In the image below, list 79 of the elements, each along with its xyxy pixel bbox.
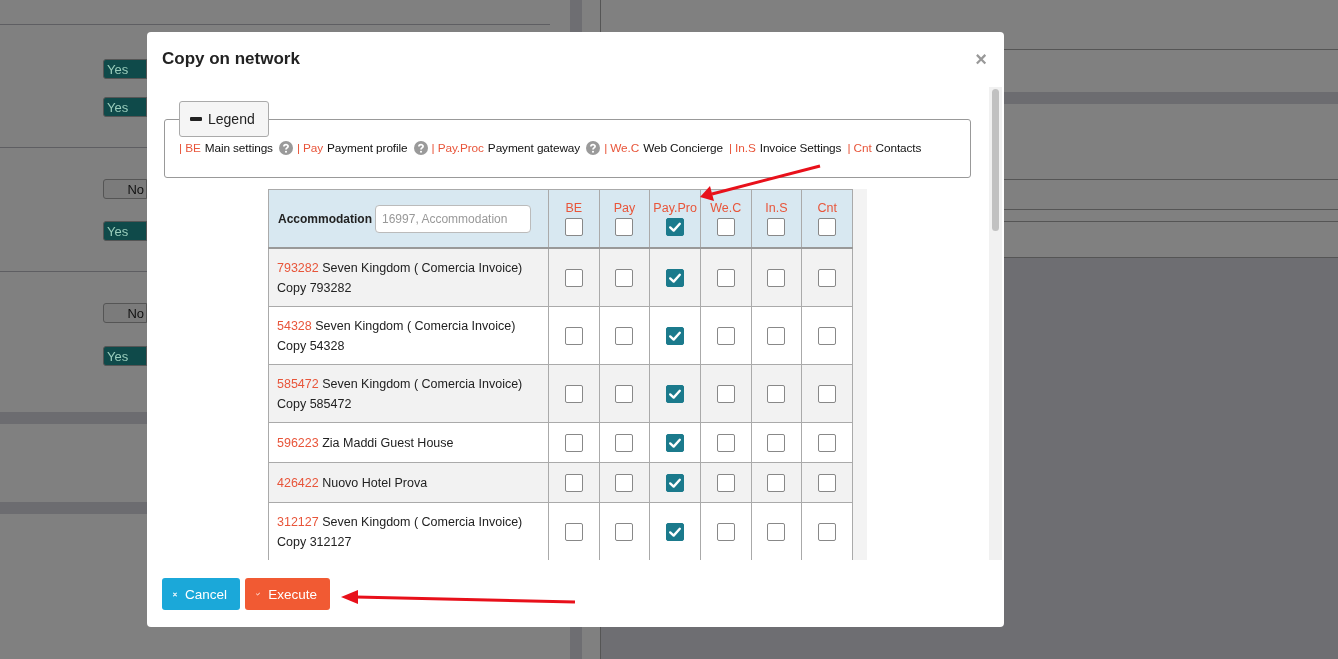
checkbox[interactable]	[564, 433, 583, 452]
legend-text: Invoice Settings	[759, 141, 842, 155]
checkbox[interactable]	[818, 384, 837, 403]
column-label: Accommodation	[278, 211, 372, 226]
checkbox[interactable]	[818, 217, 837, 236]
checkbox[interactable]	[767, 326, 786, 345]
column-header: Pay.Pro	[652, 201, 698, 216]
checkbox[interactable]	[666, 326, 685, 345]
column-header: Cnt	[816, 201, 838, 216]
checkbox[interactable]	[666, 473, 685, 492]
checkbox[interactable]	[818, 268, 837, 287]
checkbox[interactable]	[615, 326, 634, 345]
legend-text: Contacts	[875, 141, 922, 155]
checkbox[interactable]	[615, 522, 634, 541]
checkbox[interactable]	[564, 384, 583, 403]
legend-code: | Pay.Proc	[431, 141, 484, 155]
legend-code: | In.S	[728, 141, 756, 155]
accommodation-name: 596223 Zia Maddi Guest House	[277, 435, 454, 450]
checkbox[interactable]	[615, 384, 634, 403]
checkbox[interactable]	[716, 217, 735, 236]
checkbox[interactable]	[564, 326, 583, 345]
toggle-switch[interactable]: No	[103, 303, 147, 323]
checkbox[interactable]	[767, 268, 786, 287]
column-header: We.C	[709, 201, 743, 216]
checkbox[interactable]	[666, 433, 685, 452]
checkbox[interactable]	[767, 217, 786, 236]
checkbox[interactable]	[716, 522, 735, 541]
accommodation-name: 54328 Seven Kingdom ( Comercia Invoice) Copy 54328	[277, 318, 516, 353]
checkbox[interactable]	[767, 522, 786, 541]
checkbox[interactable]	[666, 522, 685, 541]
legend-text: Web Concierge	[643, 141, 723, 155]
checkbox[interactable]	[716, 433, 735, 452]
checkbox[interactable]	[818, 433, 837, 452]
column-header: In.S	[764, 201, 789, 216]
column-header: BE	[564, 201, 584, 216]
minus-icon	[190, 117, 202, 121]
checkbox[interactable]	[767, 473, 786, 492]
accommodation-name: 793282 Seven Kingdom ( Comercia Invoice) Copy 793282	[277, 260, 523, 295]
checkbox[interactable]	[716, 268, 735, 287]
checkbox[interactable]	[615, 268, 634, 287]
checkbox[interactable]	[615, 433, 634, 452]
checkbox[interactable]	[767, 433, 786, 452]
dialog-title: Copy on network	[162, 48, 300, 69]
checkbox[interactable]	[818, 473, 837, 492]
checkbox[interactable]	[818, 326, 837, 345]
checkbox[interactable]	[564, 522, 583, 541]
checkbox[interactable]	[564, 268, 583, 287]
checkbox[interactable]	[666, 268, 685, 287]
checkbox[interactable]	[615, 217, 634, 236]
legend-code: | Pay	[296, 141, 324, 155]
legend-text: Payment gateway	[487, 141, 581, 155]
toggle-switch[interactable]: No	[103, 179, 147, 199]
checkbox[interactable]	[716, 326, 735, 345]
checkbox[interactable]	[767, 384, 786, 403]
legend-toggle[interactable]: Legend	[179, 101, 269, 137]
scrollbar[interactable]	[989, 87, 1002, 560]
accommodation-name: 426422 Nuovo Hotel Prova	[277, 475, 428, 490]
checkbox[interactable]	[716, 473, 735, 492]
accommodation-name: 585472 Seven Kingdom ( Comercia Invoice) Copy 585472	[277, 376, 523, 411]
toggle-switch[interactable]: Yes	[103, 346, 147, 366]
accommodation-name: 312127 Seven Kingdom ( Comercia Invoice) Copy 312127	[277, 514, 523, 549]
toggle-switch[interactable]: Yes	[103, 59, 147, 79]
legend-code: | Cnt	[847, 141, 872, 155]
search-field[interactable]: 16997, Accommodation	[375, 204, 531, 233]
execute-button[interactable]: Execute	[245, 578, 330, 610]
checkbox[interactable]	[615, 473, 634, 492]
legend-code: | We.C	[604, 141, 640, 155]
legend-text: Payment profile	[327, 141, 408, 155]
legend-code: | BE	[179, 141, 201, 155]
checkbox[interactable]	[666, 217, 685, 236]
checkbox[interactable]	[564, 217, 583, 236]
checkbox[interactable]	[564, 473, 583, 492]
checkbox[interactable]	[716, 384, 735, 403]
checkbox[interactable]	[666, 384, 685, 403]
toggle-switch[interactable]: Yes	[103, 97, 147, 117]
checkbox[interactable]	[818, 522, 837, 541]
column-header: Pay	[612, 201, 637, 216]
legend-text: Main settings	[204, 141, 273, 155]
toggle-switch[interactable]: Yes	[103, 221, 147, 241]
